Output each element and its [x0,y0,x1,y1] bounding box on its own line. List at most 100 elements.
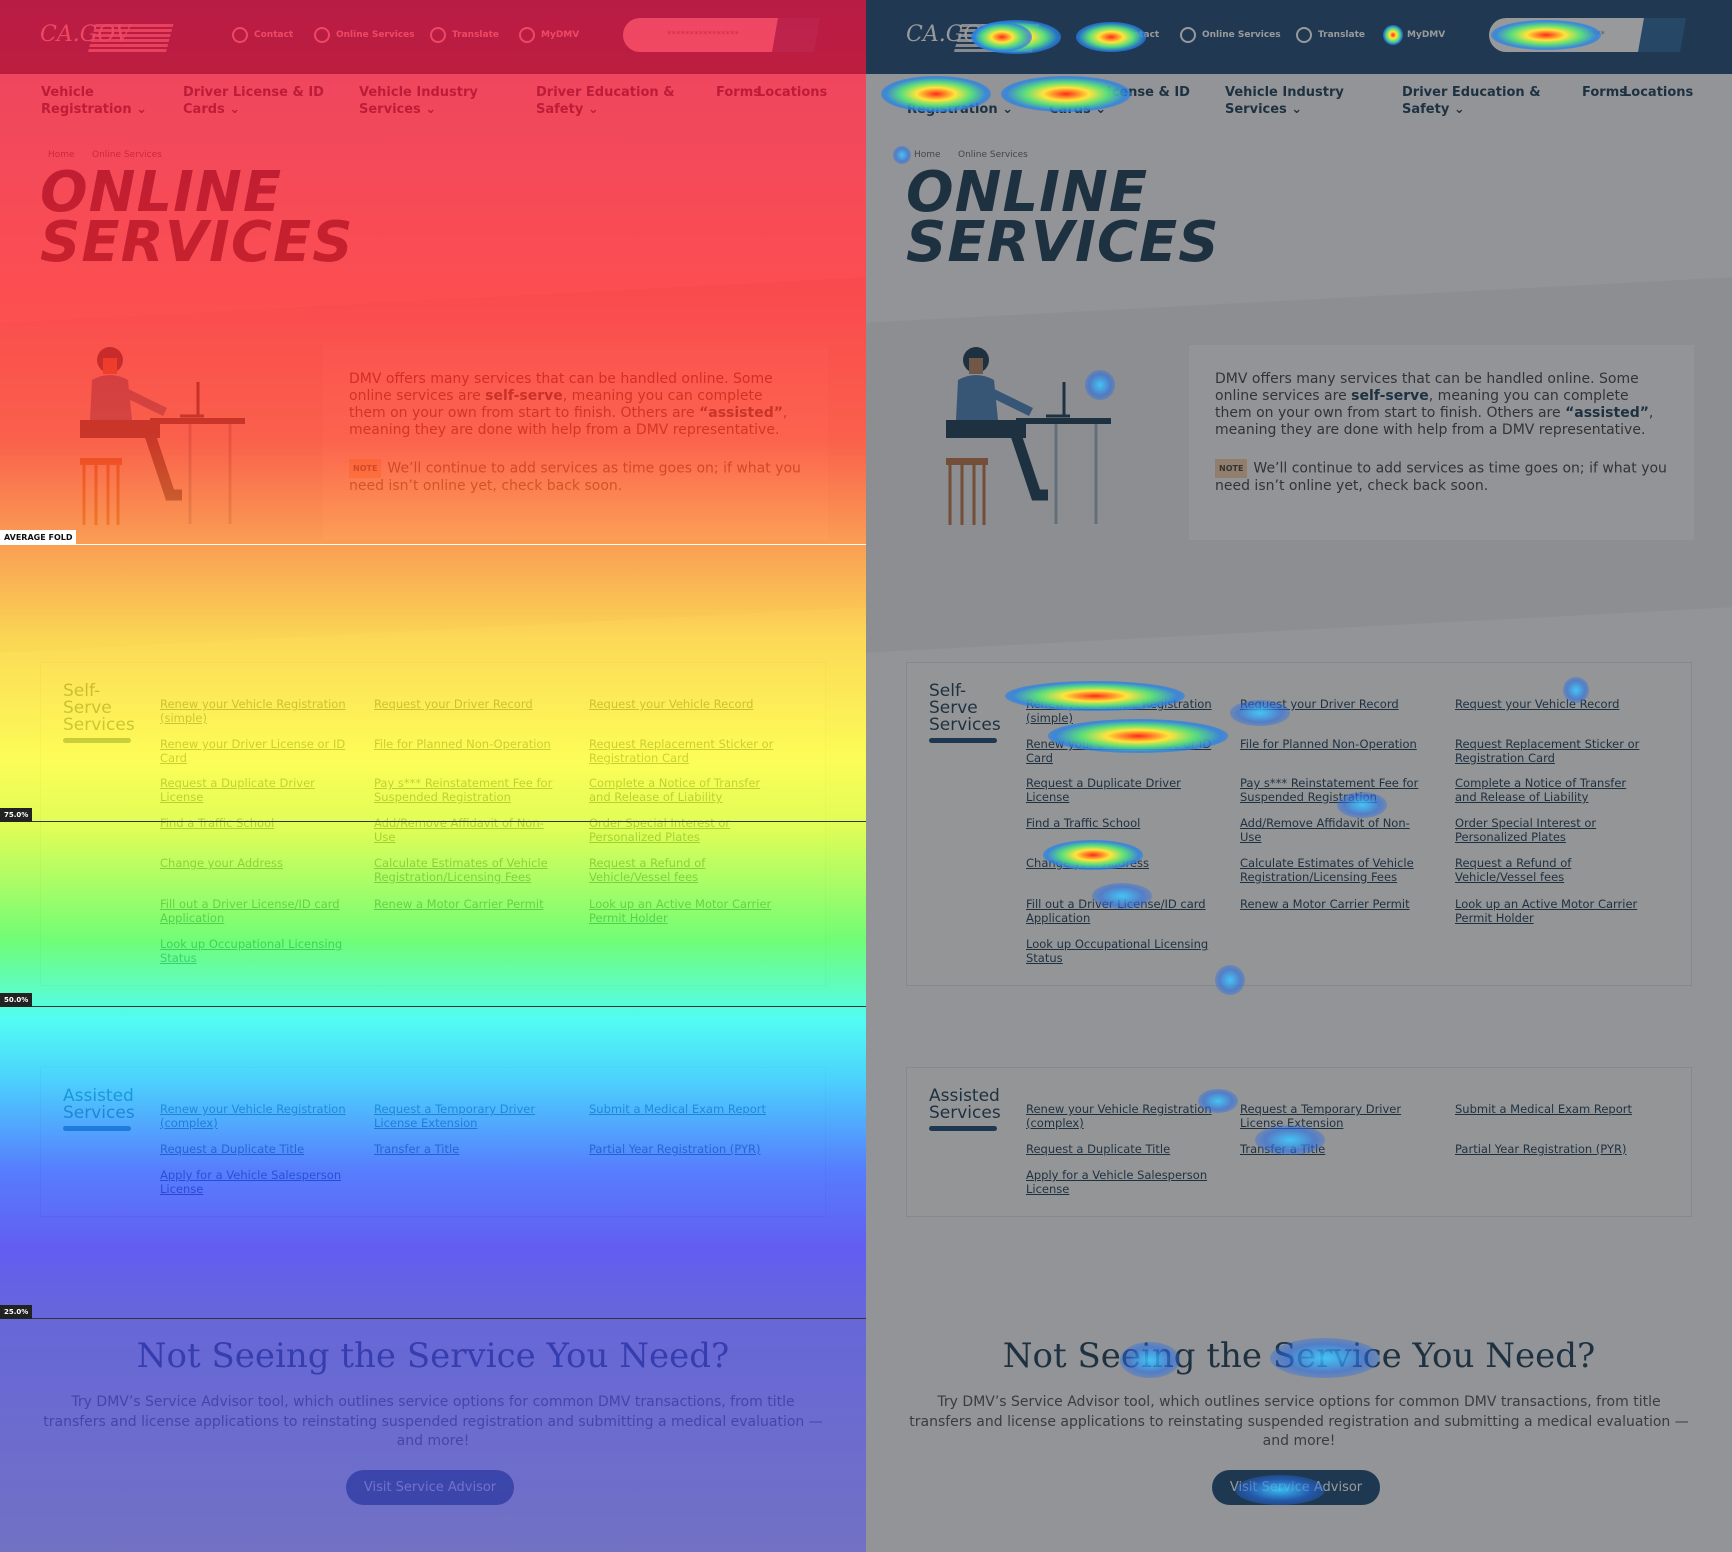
self-serve-link[interactable]: Calculate Estimates of Vehicle Registrat… [1240,856,1430,884]
self-serve-link[interactable]: Request a Duplicate Driver License [1026,776,1216,804]
mail-icon [1098,27,1114,43]
search-button[interactable] [772,18,820,52]
assisted-link[interactable]: Apply for a Vehicle Salesperson License [1026,1168,1216,1196]
self-serve-link[interactable]: Request Replacement Sticker or Registrat… [589,737,779,765]
nav-driver-license[interactable]: Driver License & ID Cards ⌄ [1049,84,1199,118]
self-serve-link[interactable]: Request your Vehicle Record [1455,697,1645,711]
dmv-logo[interactable] [87,22,175,52]
self-serve-link[interactable]: Fill out a Driver License/ID card Applic… [1026,897,1216,925]
util-label: Online Services [336,30,415,40]
intro-text: DMV offers many services that can be han… [1215,371,1654,438]
nav-forms[interactable]: Forms [1582,84,1627,101]
nav-driver-education[interactable]: Driver Education & Safety ⌄ [1402,84,1552,118]
breadcrumb-home[interactable]: Home [914,150,941,160]
self-serve-link[interactable]: Find a Traffic School [160,816,350,830]
self-serve-section: Self-Serve Services Renew your Vehicle R… [906,662,1692,986]
self-serve-link[interactable]: Change your Address [160,856,350,870]
util-contact[interactable]: Contact [1098,27,1159,43]
assisted-link[interactable]: Renew your Vehicle Registration (complex… [160,1102,350,1130]
self-serve-title: Self-Serve Services [929,681,1001,735]
util-online-services[interactable]: Online Services [1180,27,1281,43]
util-mydmv[interactable]: MyDMV [1385,27,1445,43]
self-serve-link[interactable]: Look up an Active Motor Carrier Permit H… [589,897,779,925]
assisted-link[interactable]: Request a Duplicate Title [160,1142,350,1156]
self-serve-link[interactable]: Complete a Notice of Transfer and Releas… [1455,776,1645,804]
title-underline [63,738,131,743]
self-serve-link[interactable]: Calculate Estimates of Vehicle Registrat… [374,856,564,884]
page-title: ONLINE SERVICES [906,160,1220,275]
self-serve-link[interactable]: Renew a Motor Carrier Permit [374,897,564,911]
util-contact[interactable]: Contact [232,27,293,43]
self-serve-link[interactable]: Pay s*** Reinstatement Fee for Suspended… [1240,776,1430,804]
self-serve-link[interactable]: Look up Occupational Licensing Status [160,937,350,965]
self-serve-link[interactable]: Fill out a Driver License/ID card Applic… [160,897,350,925]
self-serve-link[interactable]: Request a Duplicate Driver License [160,776,350,804]
self-serve-link[interactable]: Renew your Vehicle Registration (simple) [1026,697,1216,725]
self-serve-link[interactable]: Request a Refund of Vehicle/Vessel fees [1455,856,1645,884]
self-serve-link[interactable]: Pay s*** Reinstatement Fee for Suspended… [374,776,564,804]
assisted-link[interactable]: Partial Year Registration (PYR) [1455,1142,1645,1156]
util-translate[interactable]: Translate [1296,27,1365,43]
self-serve-link[interactable]: Complete a Notice of Transfer and Releas… [589,776,779,804]
self-serve-link[interactable]: Renew a Motor Carrier Permit [1240,897,1430,911]
visit-service-advisor-button[interactable]: Visit Service Advisor [1212,1470,1380,1505]
dmv-logo[interactable] [953,22,1041,52]
util-online-services[interactable]: Online Services [314,27,415,43]
self-serve-link[interactable]: Find a Traffic School [1026,816,1216,830]
assisted-link[interactable]: Transfer a Title [374,1142,564,1156]
nav-forms[interactable]: Forms [716,84,761,101]
breadcrumb-home[interactable]: Home [48,150,75,160]
util-mydmv[interactable]: MyDMV [519,27,579,43]
self-serve-link[interactable]: Change your Address [1026,856,1216,870]
nav-vehicle-industry[interactable]: Vehicle Industry Services ⌄ [1225,84,1355,118]
self-serve-link[interactable]: Order Special Interest or Personalized P… [1455,816,1645,844]
assisted-link[interactable]: Request a Temporary Driver License Exten… [374,1102,564,1130]
assisted-link[interactable]: Partial Year Registration (PYR) [589,1142,779,1156]
nav-vehicle-industry[interactable]: Vehicle Industry Services ⌄ [359,84,489,118]
assisted-link[interactable]: Apply for a Vehicle Salesperson License [160,1168,350,1196]
nav-driver-education[interactable]: Driver Education & Safety ⌄ [536,84,686,118]
fold-75-label: 75.0% [0,808,33,822]
nav-locations[interactable]: Locations [1623,84,1693,101]
self-serve-link[interactable]: Renew your Vehicle Registration (simple) [160,697,350,725]
average-fold-line [0,544,866,545]
search-input[interactable]: **************** [1489,18,1649,52]
self-serve-link[interactable]: Request Replacement Sticker or Registrat… [1455,737,1645,765]
site-header: CA.GOV Contact Online Services Translate… [0,0,866,74]
self-serve-link[interactable]: Request a Refund of Vehicle/Vessel fees [589,856,779,884]
self-serve-link[interactable]: Renew your Driver License or ID Card [160,737,350,765]
nav-driver-license[interactable]: Driver License & ID Cards ⌄ [183,84,333,118]
user-icon [519,27,535,43]
self-serve-link[interactable]: Request your Vehicle Record [589,697,779,711]
self-serve-section: Self-Serve Services Renew your Vehicle R… [40,662,826,986]
assisted-link[interactable]: Renew your Vehicle Registration (complex… [1026,1102,1216,1130]
person-at-desk-illustration [80,347,245,525]
nav-vehicle-registration[interactable]: Vehicle Registration ⌄ [907,84,1027,118]
assisted-link[interactable]: Submit a Medical Exam Report [1455,1102,1645,1116]
nav-locations[interactable]: Locations [757,84,827,101]
self-serve-link[interactable]: Look up an Active Motor Carrier Permit H… [1455,897,1645,925]
assisted-link[interactable]: Submit a Medical Exam Report [589,1102,779,1116]
self-serve-link[interactable]: Add/Remove Affidavit of Non-Use [1240,816,1430,844]
self-serve-link[interactable]: File for Planned Non-Operation [374,737,564,751]
self-serve-link[interactable]: File for Planned Non-Operation [1240,737,1430,751]
search-button[interactable] [1638,18,1686,52]
util-translate[interactable]: Translate [430,27,499,43]
visit-service-advisor-button[interactable]: Visit Service Advisor [346,1470,514,1505]
self-serve-link[interactable]: Request your Driver Record [374,697,564,711]
assisted-link[interactable]: Request a Duplicate Title [1026,1142,1216,1156]
self-serve-link[interactable]: Renew your Driver License or ID Card [1026,737,1216,765]
click-heatmap-panel: CA.GOV Contact Online Services Translate… [866,0,1732,1552]
intro-card: DMV offers many services that can be han… [323,345,828,540]
self-serve-link[interactable]: Request your Driver Record [1240,697,1430,711]
assisted-link[interactable]: Transfer a Title [1240,1142,1430,1156]
search-input[interactable]: **************** [623,18,783,52]
assisted-link[interactable]: Request a Temporary Driver License Exten… [1240,1102,1430,1130]
nav-vehicle-registration[interactable]: Vehicle Registration ⌄ [41,84,161,118]
fold-50-line [0,1006,866,1007]
util-label: MyDMV [541,30,580,40]
breadcrumb-current: Online Services [958,150,1028,160]
assisted-title: Assisted Services [929,1086,1001,1123]
util-label: Online Services [1202,30,1281,40]
self-serve-link[interactable]: Look up Occupational Licensing Status [1026,937,1216,965]
